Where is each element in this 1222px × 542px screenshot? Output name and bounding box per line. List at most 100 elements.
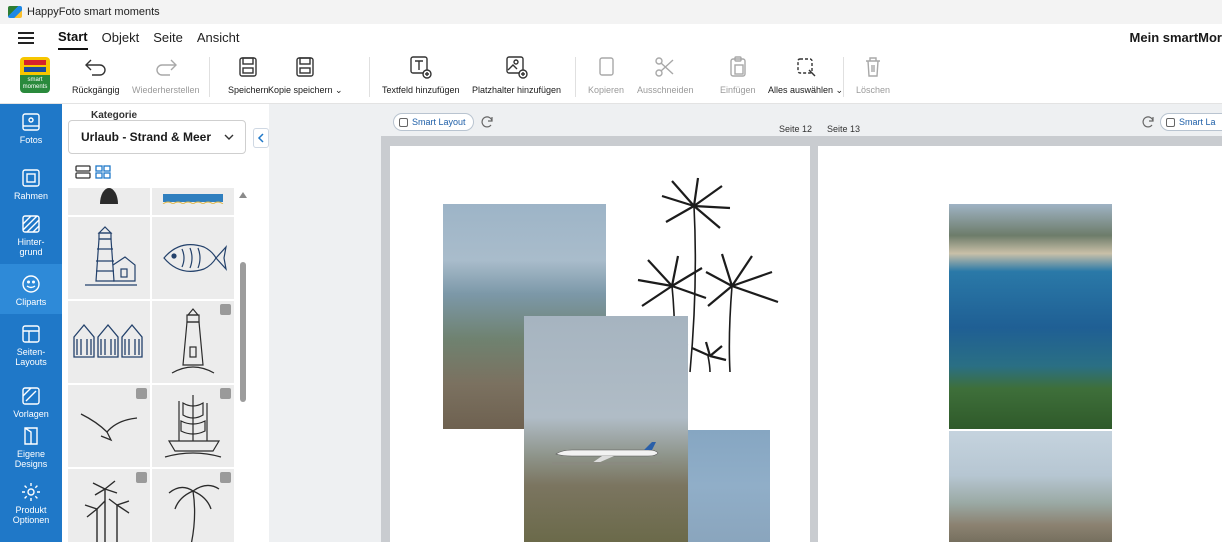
save-icon [238, 55, 258, 79]
copy-button[interactable]: Kopieren [588, 55, 624, 95]
add-textbox-label: Textfeld hinzufügen [382, 85, 460, 95]
refresh-icon[interactable] [479, 114, 495, 130]
select-all-icon [795, 55, 817, 79]
clipart-grid [68, 188, 234, 542]
clipart-sailing-ship[interactable] [152, 385, 234, 467]
lighthouse-icon [171, 308, 215, 374]
clipart-palm-tree[interactable] [152, 469, 234, 542]
grid-view-icon[interactable] [95, 165, 111, 179]
large-view-icon[interactable] [75, 165, 91, 179]
nav-rahmen[interactable]: Rahmen [0, 168, 62, 201]
nav-cliparts[interactable]: Cliparts [0, 264, 62, 314]
lighthouse-house-icon [85, 226, 137, 286]
photo-airplane-runway[interactable] [524, 316, 688, 542]
nav-seiten-layouts[interactable]: Seiten- Layouts [0, 324, 62, 367]
layout-icon [22, 325, 40, 343]
tab-seite[interactable]: Seite [153, 26, 183, 49]
paste-icon [728, 55, 748, 79]
frame-icon [22, 169, 40, 187]
redo-button[interactable]: Wiederherstellen [132, 55, 200, 95]
surfboard-icon [100, 188, 118, 204]
clipart-lighthouse[interactable] [152, 301, 234, 383]
beach-huts-icon [73, 323, 143, 358]
redo-icon [153, 55, 179, 79]
smart-layout-toggle-left[interactable]: Smart Layout [393, 113, 474, 131]
view-toggle [75, 165, 111, 179]
add-placeholder-icon [505, 55, 529, 79]
tab-ansicht[interactable]: Ansicht [197, 26, 240, 49]
nav-label: Cliparts [15, 297, 47, 307]
photo-hill-view[interactable] [949, 431, 1112, 542]
project-name[interactable]: Mein smartMor [1130, 30, 1222, 45]
cut-button[interactable]: Ausschneiden [637, 55, 694, 95]
photo-sky[interactable] [688, 430, 770, 542]
smart-layout-toggle-right[interactable]: Smart La [1160, 113, 1222, 131]
seagull-icon [80, 413, 138, 442]
scrollbar-thumb[interactable] [240, 262, 246, 402]
save-button[interactable]: Speichern [228, 55, 269, 95]
copy-label: Kopieren [588, 85, 625, 95]
page-12[interactable] [390, 146, 810, 542]
nav-fotos[interactable]: Fotos [0, 112, 62, 145]
add-placeholder-button[interactable]: Platzhalter hinzufügen [472, 55, 561, 95]
clipart-lighthouse-house[interactable] [68, 217, 150, 299]
refresh-icon-right[interactable] [1140, 114, 1156, 130]
clipart-beach-huts[interactable] [68, 301, 150, 383]
palm-tree-icon [168, 484, 220, 542]
nav-hintergrund[interactable]: Hinter- grund [0, 214, 62, 257]
redo-label: Wiederherstellen [132, 85, 200, 95]
save-copy-label: Kopie speichern ⌄ [268, 85, 343, 95]
paste-button[interactable]: Einfügen [720, 55, 756, 95]
clipart-palm-trees[interactable] [68, 469, 150, 542]
smart-layout-checkbox[interactable] [399, 117, 408, 127]
collapse-panel-button[interactable] [253, 128, 269, 148]
scroll-up-icon[interactable] [239, 192, 247, 198]
smart-layout-label: Smart La [1179, 117, 1216, 127]
toolbar-separator [575, 57, 576, 97]
nav-vorlagen[interactable]: Vorlagen [0, 386, 62, 419]
delete-button[interactable]: Löschen [856, 55, 890, 95]
tab-start[interactable]: Start [58, 25, 88, 50]
add-placeholder-label: Platzhalter hinzufügen [472, 85, 562, 95]
photo-bay-view[interactable] [949, 204, 1112, 429]
select-all-button[interactable]: Alles auswählen ⌄ [768, 55, 843, 96]
airplane-figure [552, 442, 662, 465]
save-copy-icon [295, 55, 315, 79]
cut-label: Ausschneiden [637, 85, 694, 95]
window-title: HappyFoto smart moments [27, 6, 160, 18]
undo-button[interactable]: Rückgängig [72, 55, 120, 95]
save-label: Speichern [228, 85, 269, 95]
hamburger-menu-icon[interactable] [18, 31, 34, 44]
undo-icon [83, 55, 109, 79]
trash-icon [863, 55, 883, 79]
page-13[interactable] [818, 146, 1222, 542]
tab-objekt[interactable]: Objekt [102, 26, 140, 49]
save-copy-button[interactable]: Kopie speichern ⌄ [268, 55, 343, 96]
clipart-icon [22, 275, 40, 293]
nav-produkt-optionen[interactable]: Produkt Optionen [0, 482, 62, 525]
clipart-fish[interactable] [152, 217, 234, 299]
nav-label: Vorlagen [13, 409, 49, 419]
premium-badge-icon [136, 388, 147, 399]
photo-icon [22, 113, 40, 131]
nav-eigene-designs[interactable]: Eigene Designs [0, 426, 62, 469]
chevron-down-icon [224, 134, 234, 140]
page-label-left: Seite 12 [779, 124, 813, 134]
category-dropdown[interactable]: Urlaub - Strand & Meer [68, 120, 246, 154]
menu-bar: Start Objekt Seite Ansicht Mein smartMor [0, 24, 1222, 51]
delete-label: Löschen [856, 85, 891, 95]
nav-label: Produkt Optionen [12, 505, 50, 525]
add-textbox-button[interactable]: Textfeld hinzufügen [382, 55, 460, 95]
clipart-surfboard[interactable] [68, 188, 150, 215]
toolbar-separator [843, 57, 844, 97]
category-value: Urlaub - Strand & Meer [81, 130, 212, 144]
smart-layout-checkbox[interactable] [1166, 117, 1175, 127]
clipart-beach-border[interactable] [152, 188, 234, 215]
clipart-seagull[interactable] [68, 385, 150, 467]
paste-label: Einfügen [720, 85, 756, 95]
app-window: HappyFoto smart moments Start Objekt Sei… [0, 0, 1222, 542]
template-icon [22, 387, 40, 405]
canvas-workspace: Smart Layout Seite 12 Seite 13 Smart La [269, 104, 1222, 542]
panel-scrollbar[interactable] [238, 188, 248, 542]
premium-badge-icon [136, 472, 147, 483]
